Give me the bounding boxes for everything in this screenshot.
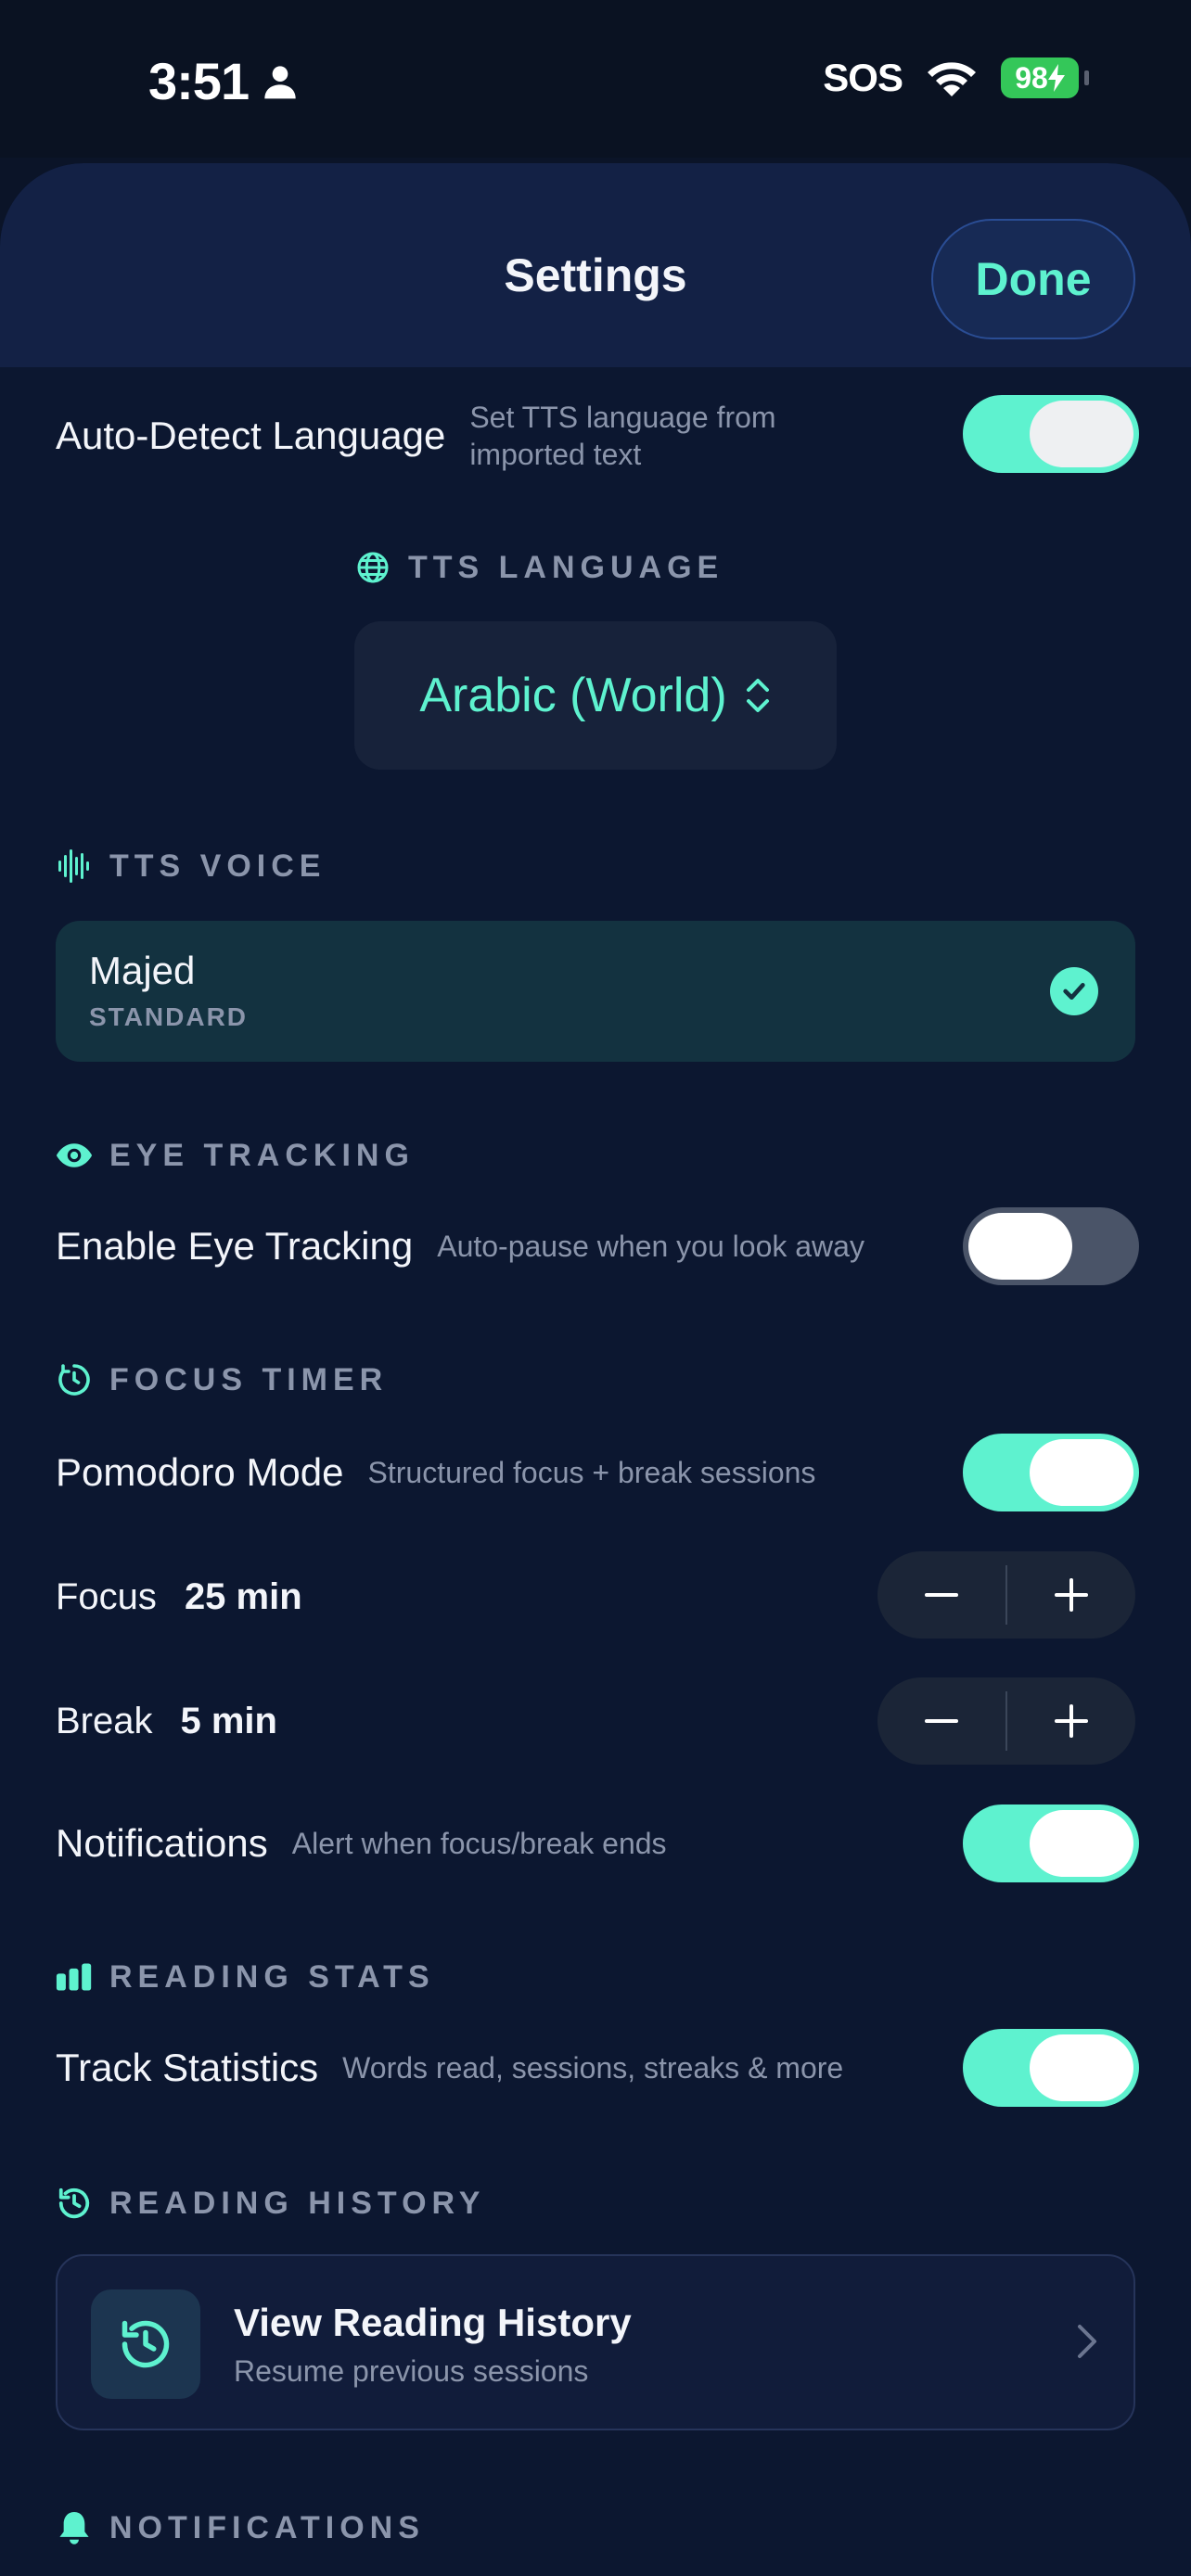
toggle-knob <box>1030 1439 1133 1506</box>
done-button[interactable]: Done <box>931 219 1135 339</box>
notifications-label: NOTIFICATIONS <box>109 2509 425 2545</box>
focus-increment-button[interactable] <box>1007 1551 1135 1639</box>
focus-timer-header: FOCUS TIMER <box>56 1361 388 1398</box>
break-increment-button[interactable] <box>1007 1677 1135 1765</box>
status-bar: 3:51 SOS 98 <box>0 0 1191 158</box>
break-decrement-button[interactable] <box>877 1677 1005 1765</box>
timer-notifications-toggle[interactable] <box>963 1804 1139 1882</box>
history-title: View Reading History <box>234 2301 632 2344</box>
plus-icon <box>1055 1704 1088 1738</box>
focus-value: 25 min <box>184 1575 302 1617</box>
pomodoro-title: Pomodoro Mode <box>56 1450 344 1494</box>
track-statistics-subtitle: Words read, sessions, streaks & more <box>342 2051 844 2085</box>
timer-notifications-title: Notifications <box>56 1821 268 1865</box>
reading-stats-label: READING STATS <box>109 1958 435 1995</box>
person-icon <box>264 65 296 98</box>
reading-history-header: READING HISTORY <box>56 2185 485 2222</box>
reading-history-label: READING HISTORY <box>109 2185 486 2221</box>
tts-language-header: TTS LANGUAGE <box>354 549 724 586</box>
checkmark-icon <box>1050 967 1098 1015</box>
status-right: SOS 98 <box>823 56 1089 100</box>
focus-stepper <box>877 1551 1135 1639</box>
sheet-header: Settings Done <box>0 163 1191 367</box>
carrier-text: SOS <box>823 56 903 99</box>
timer-icon <box>56 1361 93 1398</box>
toggle-knob <box>968 1213 1072 1280</box>
toggle-knob <box>1030 1810 1133 1877</box>
chevron-right-icon <box>1074 2317 1100 2370</box>
auto-detect-title: Auto-Detect Language <box>56 414 446 457</box>
history-icon-box <box>91 2289 200 2399</box>
tts-language-value: Arabic (World) <box>419 669 727 722</box>
eye-tracking-label: EYE TRACKING <box>109 1137 415 1173</box>
bell-icon <box>56 2509 93 2546</box>
view-reading-history-button[interactable]: View Reading History Resume previous ses… <box>56 2254 1135 2430</box>
status-time-text: 3:51 <box>148 52 250 110</box>
minus-icon <box>925 1593 958 1597</box>
globe-icon <box>354 549 391 586</box>
tts-language-picker[interactable]: Arabic (World) <box>354 621 837 770</box>
eye-icon <box>56 1137 93 1174</box>
battery-cap <box>1084 70 1089 85</box>
track-statistics-toggle[interactable] <box>963 2029 1139 2107</box>
break-value: 5 min <box>180 1700 277 1741</box>
pomodoro-toggle[interactable] <box>963 1434 1139 1511</box>
status-time: 3:51 <box>148 51 299 111</box>
voice-name: Majed <box>89 949 196 992</box>
waveform-icon <box>56 848 93 885</box>
eye-tracking-toggle[interactable] <box>963 1207 1139 1285</box>
focus-timer-label: FOCUS TIMER <box>109 1361 389 1397</box>
focus-label: Focus <box>56 1575 157 1617</box>
chevron-up-down-icon <box>746 679 769 712</box>
tts-voice-label: TTS VOICE <box>109 848 327 884</box>
toggle-knob <box>1030 2034 1133 2101</box>
voice-option[interactable]: Majed STANDARD <box>56 921 1135 1062</box>
battery-text: 98 <box>1015 60 1048 95</box>
bar-chart-icon <box>56 1958 93 1996</box>
timer-notifications-subtitle: Alert when focus/break ends <box>291 1827 667 1860</box>
reading-stats-header: READING STATS <box>56 1958 435 1996</box>
eye-tracking-subtitle: Auto-pause when you look away <box>437 1230 864 1263</box>
minus-icon <box>925 1719 958 1723</box>
break-label: Break <box>56 1700 153 1741</box>
history-icon <box>56 2185 93 2222</box>
bolt-icon <box>1047 64 1065 92</box>
auto-detect-toggle[interactable] <box>963 395 1139 473</box>
history-icon <box>122 2320 170 2368</box>
focus-decrement-button[interactable] <box>877 1551 1005 1639</box>
history-subtitle: Resume previous sessions <box>234 2354 589 2388</box>
voice-type: STANDARD <box>89 1002 249 1031</box>
eye-tracking-title: Enable Eye Tracking <box>56 1224 414 1268</box>
eye-tracking-header: EYE TRACKING <box>56 1137 415 1174</box>
battery-indicator: 98 <box>1001 57 1089 98</box>
battery-level: 98 <box>1001 57 1079 98</box>
auto-detect-subtitle: Set TTS language from imported text <box>469 401 776 471</box>
tts-voice-header: TTS VOICE <box>56 848 326 885</box>
break-stepper <box>877 1677 1135 1765</box>
tts-language-label: TTS LANGUAGE <box>408 549 724 585</box>
plus-icon <box>1055 1578 1088 1612</box>
notifications-header: NOTIFICATIONS <box>56 2509 425 2546</box>
track-statistics-title: Track Statistics <box>56 2046 319 2089</box>
wifi-icon <box>928 62 976 96</box>
pomodoro-subtitle: Structured focus + break sessions <box>367 1456 816 1489</box>
toggle-knob <box>1030 401 1133 467</box>
